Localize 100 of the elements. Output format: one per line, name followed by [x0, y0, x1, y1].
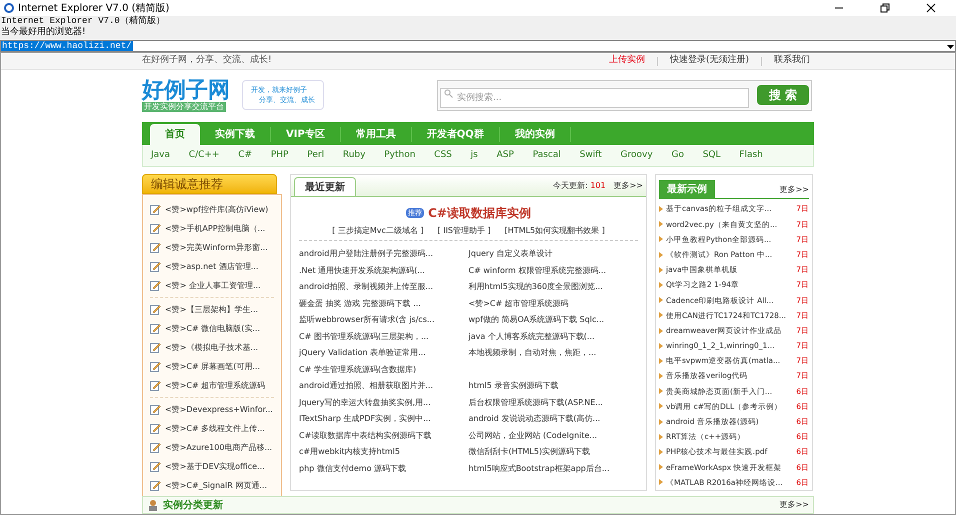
panel-tab[interactable]: 最近更新 — [294, 177, 356, 196]
top-link[interactable]: 快速登录(无须注册) — [670, 54, 749, 68]
latest-link[interactable]: .Net 通用快速开发系统架构源码(... — [299, 264, 468, 277]
pencil-note-icon — [150, 480, 161, 491]
more-link[interactable]: 更多>> — [780, 499, 809, 511]
pick-link[interactable]: <赞>《模拟电子技术基... — [165, 342, 258, 354]
bullet-arrow-icon — [659, 252, 663, 258]
nav-tab[interactable]: 首页 — [150, 124, 200, 145]
latest-link[interactable]: jQuery Validation 表单验证常用... — [299, 347, 468, 360]
search-icon — [444, 88, 453, 98]
search-field[interactable]: 实例搜索... — [440, 88, 749, 108]
top-link[interactable]: 联系我们 — [774, 54, 810, 68]
language-link[interactable]: CSS — [434, 148, 452, 162]
more-link[interactable]: 更多>> — [614, 180, 643, 192]
browser-slogan-text: 当今最好用的浏览器! — [1, 27, 87, 38]
language-link[interactable]: C/C++ — [188, 148, 220, 162]
latest-link[interactable]: ITextSharp 生成PDF实例，实例中... — [299, 413, 468, 426]
pick-link[interactable]: <赞>C# 多线程文件上传... — [165, 422, 265, 434]
quick-link[interactable]: [ 三步搞定Mvc二级域名 ] — [332, 225, 424, 237]
latest-link[interactable]: 微信刮刮卡(HTML5)实例源码下载 — [468, 446, 638, 458]
bullet-arrow-icon — [659, 403, 663, 410]
latest-link[interactable]: 后台权限管理系统源码下载(ASP.NE... — [468, 396, 638, 409]
latest-link[interactable]: <赞>C# 超市管理系统源码 — [468, 298, 638, 310]
top-link[interactable]: 上传实例 — [608, 54, 645, 68]
pick-link[interactable]: <赞>基于DEV实现office... — [165, 460, 265, 472]
latest-link[interactable]: android拍照、录制视频并上传至服... — [299, 281, 468, 294]
pick-link[interactable]: <赞>C# 超市管理系统源码 — [165, 380, 266, 392]
language-link[interactable]: Ruby — [342, 148, 366, 162]
bullet-arrow-icon — [659, 312, 663, 318]
latest-link[interactable]: 本地视频录制，自动对焦，焦距，... — [468, 347, 638, 360]
bullet-arrow-icon — [659, 282, 663, 288]
site-logo[interactable]: 好例子网 — [142, 78, 230, 102]
language-link[interactable]: PHP — [270, 148, 288, 162]
address-field[interactable]: https://www.haolizi.net/ — [0, 40, 956, 52]
pencil-note-icon — [150, 242, 161, 253]
browser-name-text: Internet Explorer V7.0（精简版） — [1, 16, 166, 26]
restore-icon[interactable] — [880, 3, 890, 13]
latest-link[interactable]: html5 录音实例源码下载 — [468, 380, 638, 392]
slogan-text: 在好例子网，分享、交流、成长! — [142, 54, 272, 68]
language-link[interactable]: Swift — [580, 148, 602, 162]
pencil-note-icon — [150, 461, 161, 472]
latest-link[interactable]: php 微信支付demo 源码下载 — [299, 462, 468, 475]
bullet-arrow-icon — [659, 464, 663, 470]
language-link[interactable]: Java — [151, 148, 170, 162]
section-title: 编辑诚意推荐 — [151, 176, 223, 193]
latest-link[interactable]: 利用html5实现的360度全景图浏览... — [468, 281, 638, 294]
bullet-arrow-icon — [659, 358, 663, 364]
pencil-note-icon — [150, 323, 161, 334]
more-link[interactable]: 更多>> — [780, 184, 809, 196]
language-link[interactable]: Pascal — [532, 148, 561, 162]
latest-link[interactable]: C#读取数据库中表结构实例源码下载 — [299, 430, 468, 442]
language-link[interactable]: ASP — [496, 148, 514, 162]
pick-link[interactable]: <赞>【三层架构】学生... — [165, 304, 258, 316]
pick-link[interactable]: <赞>wpf控件库(高仿iView) — [165, 204, 268, 216]
pencil-note-icon — [150, 261, 161, 272]
language-link[interactable]: js — [470, 148, 478, 162]
pick-link[interactable]: <赞>Azure100电商产品移... — [165, 442, 272, 454]
latest-link[interactable]: 砸金蛋 抽奖 游戏 完整源码下载 ... — [299, 298, 468, 310]
language-link[interactable]: C# — [238, 148, 252, 162]
section-title: 实例分类更新 — [163, 498, 223, 512]
pencil-note-icon — [150, 342, 161, 353]
latest-link[interactable]: C# 学生管理系统源码(含数据库) — [299, 364, 471, 376]
pick-link[interactable]: <赞>Devexpress+Winfor... — [165, 404, 273, 416]
latest-link[interactable]: android通过拍照、相册获取图片并... — [299, 380, 468, 392]
close-icon[interactable] — [926, 3, 936, 13]
pencil-note-icon — [150, 380, 161, 391]
search-button[interactable]: 搜 索 — [757, 85, 809, 105]
language-link[interactable]: SQL — [702, 148, 721, 162]
pick-link[interactable]: <赞>C# 微信电脑版(实... — [165, 322, 260, 334]
latest-link[interactable]: c#用webkit内核支持html5 — [299, 446, 468, 458]
pick-link[interactable]: <赞>asp.net 酒店管理... — [165, 260, 258, 272]
bullet-arrow-icon — [659, 297, 663, 304]
latest-link[interactable]: android用户登陆注册例子完整源码... — [299, 248, 468, 260]
latest-link[interactable]: android 发说说动态源码下载(高仿... — [468, 413, 638, 426]
language-link[interactable]: Groovy — [620, 148, 653, 162]
latest-link[interactable]: Jquery 自定义表单设计 — [468, 248, 638, 260]
pick-link[interactable]: <赞> 企业人事工资管理... — [165, 280, 261, 292]
url-text: https://www.haolizi.net/ — [1, 41, 133, 51]
window-title: Internet Explorer V7.0 (精简版) — [18, 2, 170, 16]
language-link[interactable]: Perl — [307, 148, 324, 162]
pencil-note-icon — [150, 442, 161, 453]
pick-link[interactable]: <赞>手机APP控制电脑（... — [165, 222, 266, 234]
latest-link[interactable]: java 个人博客系统完整源码下载(... — [468, 330, 638, 343]
latest-link[interactable]: C# 图书管理系统源码(三层架构，... — [299, 330, 468, 343]
latest-link[interactable]: 公司网站，企业网站 (CodeIgnite... — [468, 430, 638, 442]
pick-link[interactable]: <赞>完美Winform异形窗... — [165, 242, 268, 254]
latest-link[interactable]: 监听webbrowser所有请求(含 js/cs... — [299, 314, 468, 326]
latest-link[interactable]: wpf做的 简易OA系统源码下载 Sqlc... — [468, 314, 638, 326]
featured-link[interactable]: C#读取数据库实例 — [428, 204, 531, 222]
latest-link[interactable]: Jquery写的幸运大转盘抽奖实例,用... — [299, 396, 468, 409]
latest-link[interactable]: C# winform 权限管理系统完整源码... — [468, 264, 638, 277]
quick-link[interactable]: [HTML5如何实现翻书效果 ] — [504, 225, 605, 237]
latest-link[interactable]: html5响应式Bootstrap框架app后台... — [468, 462, 638, 475]
quick-link[interactable]: [ IIS管理助手 ] — [438, 225, 491, 237]
logo-subtitle: 开发实例分享交流平台 — [142, 102, 226, 112]
pick-link[interactable]: <赞>C#_SignalR 网页通... — [165, 480, 267, 492]
language-link[interactable]: Flash — [739, 148, 763, 162]
pick-link[interactable]: <赞>C# 屏幕画笔(可用... — [165, 360, 260, 372]
language-link[interactable]: Python — [384, 148, 416, 162]
language-link[interactable]: Go — [671, 148, 684, 162]
